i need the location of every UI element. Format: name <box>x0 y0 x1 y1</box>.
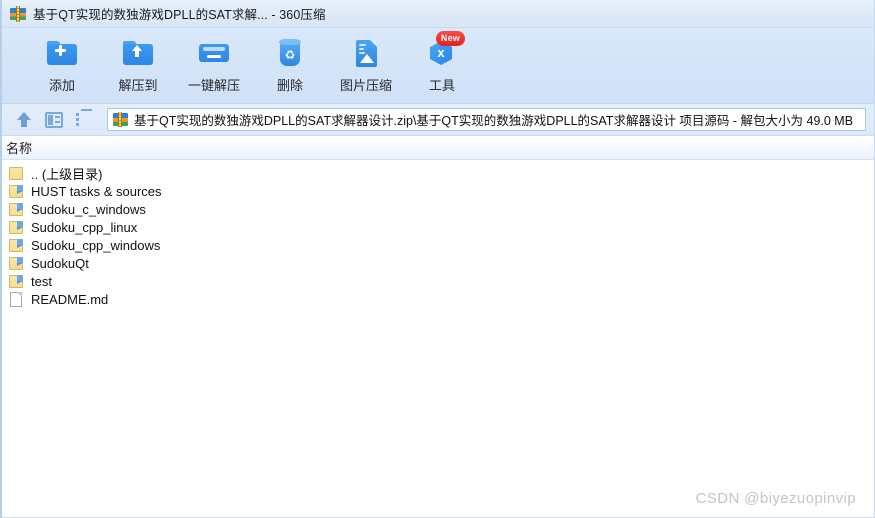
image-compress-button-label: 图片压缩 <box>339 78 392 93</box>
tools-cube-icon: x New <box>425 31 465 69</box>
list-item[interactable]: Sudoku_cpp_windows <box>2 236 874 254</box>
folder-icon <box>8 256 25 271</box>
column-header-name: 名称 <box>6 141 33 156</box>
file-name: Sudoku_cpp_windows <box>31 237 161 253</box>
new-badge: New <box>435 31 465 46</box>
trash-delete-icon: ♻ <box>273 37 307 69</box>
tools-button-label: 工具 <box>428 78 455 93</box>
path-bar: 基于QT实现的数独游戏DPLL的SAT求解器设计.zip\基于QT实现的数独游戏… <box>2 104 874 136</box>
folder-icon <box>8 274 25 289</box>
preview-panel-icon[interactable] <box>42 109 66 131</box>
file-list: .. (上级目录) HUST tasks & sources Sudoku_c_… <box>2 160 874 515</box>
list-item[interactable]: SudokuQt <box>2 254 874 272</box>
column-header: 名称 <box>2 136 874 160</box>
file-name: SudokuQt <box>31 255 89 271</box>
folder-icon <box>8 220 25 235</box>
folder-icon <box>8 184 25 199</box>
list-item[interactable]: README.md <box>2 290 874 308</box>
file-name: README.md <box>31 291 109 307</box>
file-name: test <box>31 273 52 289</box>
list-view-icon[interactable] <box>72 108 96 131</box>
delete-button[interactable]: ♻ 删除 <box>252 28 328 100</box>
list-item[interactable]: Sudoku_cpp_linux <box>2 218 874 236</box>
folder-extract-icon <box>121 37 155 69</box>
document-icon <box>8 291 25 307</box>
image-compress-icon <box>349 37 383 69</box>
archive-zip-icon <box>10 5 26 22</box>
one-key-extract-button[interactable]: 一键解压 <box>176 28 252 100</box>
file-name: Sudoku_cpp_linux <box>31 219 138 235</box>
file-name: .. (上级目录) <box>31 166 103 182</box>
archive-zip-icon <box>113 112 128 127</box>
list-item[interactable]: .. (上级目录) <box>2 164 874 182</box>
path-input[interactable]: 基于QT实现的数独游戏DPLL的SAT求解器设计.zip\基于QT实现的数独游戏… <box>107 108 866 131</box>
folder-icon <box>8 238 25 253</box>
add-button[interactable]: 添加 <box>24 28 100 100</box>
one-key-extract-button-label: 一键解压 <box>187 78 240 93</box>
window-title: 基于QT实现的数独游戏DPLL的SAT求解... - 360压缩 <box>33 8 326 22</box>
archive-manager-window: 基于QT实现的数独游戏DPLL的SAT求解... - 360压缩 添加 解压到 <box>0 0 875 518</box>
watermark: CSDN @biyezuopinvip <box>695 490 856 507</box>
extract-to-button[interactable]: 解压到 <box>100 28 176 100</box>
list-item[interactable]: HUST tasks & sources <box>2 182 874 200</box>
file-name: HUST tasks & sources <box>31 183 162 199</box>
add-button-label: 添加 <box>48 78 75 93</box>
file-name: Sudoku_c_windows <box>31 201 146 217</box>
path-text: 基于QT实现的数独游戏DPLL的SAT求解器设计.zip\基于QT实现的数独游戏… <box>134 114 854 128</box>
extract-to-button-label: 解压到 <box>118 78 158 93</box>
list-item[interactable]: Sudoku_c_windows <box>2 200 874 218</box>
folder-icon <box>8 202 25 217</box>
image-compress-button[interactable]: 图片压缩 <box>328 28 404 100</box>
main-toolbar: 添加 解压到 一键解压 ♻ 删除 图片压缩 x New 工具 <box>2 28 874 104</box>
folder-add-icon <box>45 37 79 69</box>
tools-button[interactable]: x New 工具 <box>404 28 480 100</box>
folder-onekey-extract-icon <box>197 37 231 69</box>
list-item[interactable]: test <box>2 272 874 290</box>
delete-button-label: 删除 <box>276 78 303 93</box>
up-arrow-icon[interactable] <box>12 109 36 131</box>
title-bar: 基于QT实现的数独游戏DPLL的SAT求解... - 360压缩 <box>2 0 874 28</box>
folder-plain-icon <box>8 166 25 181</box>
